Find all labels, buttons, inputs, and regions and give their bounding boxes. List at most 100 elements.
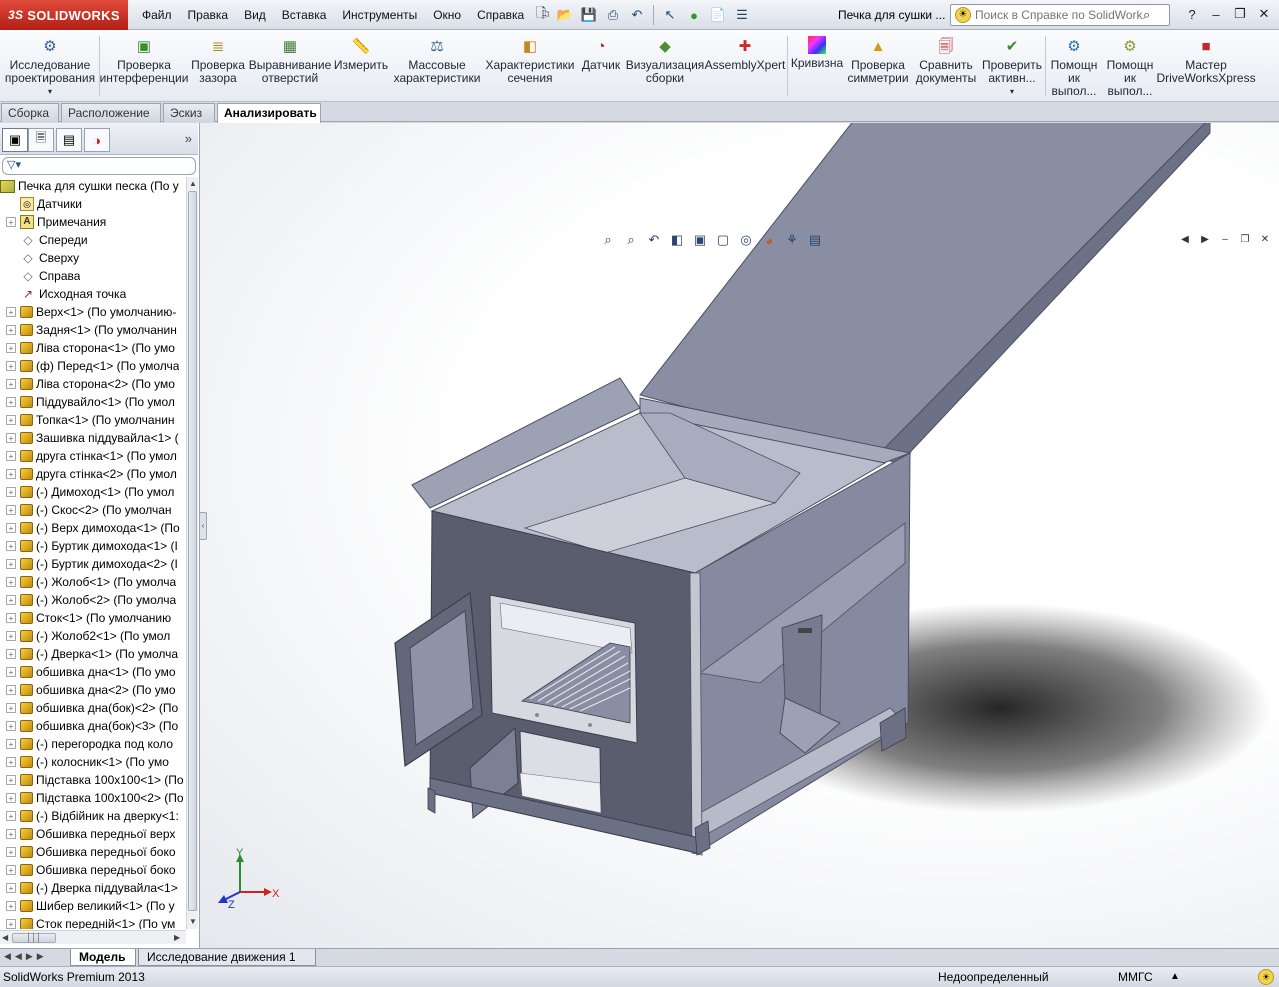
tree-item[interactable]: + (-) Димоход<1> (По умол — [0, 483, 186, 501]
feature-manager-tab-icon[interactable]: ▣ — [2, 128, 28, 152]
menu-file[interactable]: Файл — [134, 8, 180, 22]
expand-icon[interactable]: + — [6, 919, 16, 929]
expand-icon[interactable]: + — [6, 217, 16, 227]
assemblyxpert-button[interactable]: ✚ AssemblyXpert — [705, 32, 786, 100]
close-icon[interactable]: ✕ — [1257, 232, 1273, 246]
expand-icon[interactable]: + — [6, 703, 16, 713]
zoom-to-area-icon[interactable]: ⌕ — [621, 230, 641, 250]
curvature-button[interactable]: Кривизна — [789, 32, 845, 100]
tree-item[interactable]: + Обшивка передньої верх — [0, 825, 186, 843]
rebuild-traffic-light-icon[interactable]: ● — [683, 4, 705, 26]
restore-icon[interactable]: ❐ — [1229, 3, 1251, 25]
expand-icon[interactable]: + — [6, 541, 16, 551]
expand-icon[interactable]: + — [6, 811, 16, 821]
save-icon[interactable]: 💾 — [578, 4, 600, 26]
expand-icon[interactable]: + — [6, 865, 16, 875]
close-icon[interactable]: ✕ — [1253, 3, 1275, 25]
tree-item[interactable]: ◇ Сверху — [0, 249, 186, 267]
help-search-box[interactable]: ☀ ⌕ — [950, 4, 1170, 26]
expand-icon[interactable]: + — [6, 523, 16, 533]
tree-filter[interactable]: ▽▾ — [2, 157, 196, 175]
tree-item[interactable]: + Зашивка піддувайла<1> ( — [0, 429, 186, 447]
previous-view-icon[interactable]: ↶ — [644, 230, 664, 250]
menu-view[interactable]: Вид — [236, 8, 274, 22]
tree-item[interactable]: ◇ Справа — [0, 267, 186, 285]
measure-button[interactable]: 📏 Измерить — [333, 32, 389, 100]
tab-motion-study[interactable]: Исследование движения 1 — [138, 949, 316, 966]
expand-icon[interactable]: + — [6, 577, 16, 587]
tree-item[interactable]: + обшивка дна(бок)<3> (По — [0, 717, 186, 735]
status-tips-icon[interactable]: ☀ — [1258, 969, 1274, 985]
view-orientation-icon[interactable]: ▣ — [690, 230, 710, 250]
tree-item[interactable]: + Топка<1> (По умолчанин — [0, 411, 186, 429]
viewport-right-icon[interactable]: ▶ — [1197, 232, 1213, 246]
tree-item[interactable]: + (-) Жолоб<1> (По умолча — [0, 573, 186, 591]
tree-item[interactable]: ◎ Датчики — [0, 195, 186, 213]
minimize-icon[interactable]: – — [1205, 3, 1227, 25]
expand-icon[interactable]: + — [6, 361, 16, 371]
panel-split-handle[interactable]: ‹ — [199, 512, 207, 540]
tree-item[interactable]: + Піддувайло<1> (По умол — [0, 393, 186, 411]
apply-scene-icon[interactable]: ⚘ — [782, 230, 802, 250]
minimize-icon[interactable]: – — [1217, 232, 1233, 246]
tree-item[interactable]: + (-) Верх димохода<1> (По — [0, 519, 186, 537]
tree-item[interactable]: + Верх<1> (По умолчанию- — [0, 303, 186, 321]
tree-item[interactable]: + Ліва сторона<1> (По умо — [0, 339, 186, 357]
scroll-right-icon[interactable]: ▶ — [174, 933, 180, 942]
tree-item[interactable]: + A Примечания — [0, 213, 186, 231]
solidworks-logo[interactable]: 3S SOLIDWORKS — [0, 0, 128, 30]
file-properties-icon[interactable]: 📄 — [707, 4, 729, 26]
expand-icon[interactable]: + — [6, 415, 16, 425]
tree-item[interactable]: + (-) Жолоб<2> (По умолча — [0, 591, 186, 609]
check-active-document-button[interactable]: ✔ Проверить активн... ▾ — [982, 32, 1042, 100]
search-icon[interactable]: ⌕ — [1143, 7, 1150, 23]
tree-item[interactable]: + друга стінка<2> (По умол — [0, 465, 186, 483]
expand-icon[interactable]: + — [6, 595, 16, 605]
design-study-button[interactable]: ⚙ Исследование проектирования ▾ — [2, 32, 98, 100]
scroll-left-icon[interactable]: ◀ — [2, 933, 8, 942]
tree-item[interactable]: + обшивка дна<2> (По умо — [0, 681, 186, 699]
graphics-area[interactable]: ⌕ ⌕ ↶ ◧ ▣ ▢ ◎ ◕ ⚘ ▤ ◀ ▶ – ❐ ✕ Y X Z — [200, 123, 1279, 948]
tree-item[interactable]: + Сток<1> (По умолчанию — [0, 609, 186, 627]
tree-item[interactable]: + (-) перегородка под коло — [0, 735, 186, 753]
select-arrow-icon[interactable]: ↖ — [659, 4, 681, 26]
expand-icon[interactable]: + — [6, 667, 16, 677]
undo-icon[interactable]: ↶ — [626, 4, 648, 26]
expand-icon[interactable]: + — [6, 469, 16, 479]
tree-item[interactable]: + Ліва сторона<2> (По умо — [0, 375, 186, 393]
expand-icon[interactable]: + — [6, 397, 16, 407]
expand-icon[interactable]: + — [6, 721, 16, 731]
expand-icon[interactable]: + — [6, 757, 16, 767]
hide-show-items-icon[interactable]: ◎ — [736, 230, 756, 250]
tree-item[interactable]: + (ф) Перед<1> (По умолча — [0, 357, 186, 375]
tree-item[interactable]: + (-) Буртик димохода<2> (І — [0, 555, 186, 573]
menu-tools[interactable]: Инструменты — [334, 8, 425, 22]
tree-item[interactable]: + (-) Буртик димохода<1> (І — [0, 537, 186, 555]
section-properties-button[interactable]: ◧ Характеристики сечения — [485, 32, 575, 100]
mass-properties-button[interactable]: ⚖ Массовые характеристики — [391, 32, 483, 100]
expand-icon[interactable]: + — [6, 559, 16, 569]
open-folder-icon[interactable]: 📂 — [554, 4, 576, 26]
tree-item[interactable]: + (-) колосник<1> (По умо — [0, 753, 186, 771]
scroll-down-icon[interactable]: ▼ — [189, 917, 197, 926]
tab-assembly[interactable]: Сборка — [1, 103, 59, 122]
help-question-icon[interactable]: ? — [1181, 3, 1203, 25]
expand-icon[interactable]: + — [6, 685, 16, 695]
interference-check-button[interactable]: ▣ Проверка интерференции — [100, 32, 189, 100]
expand-icon[interactable]: + — [6, 505, 16, 515]
new-document-icon[interactable]: 🗋 — [530, 4, 552, 26]
menu-insert[interactable]: Вставка — [274, 8, 335, 22]
driveworksxpress-button[interactable]: ■ Мастер DriveWorksXpress — [1156, 32, 1255, 100]
tree-item[interactable]: + Обшивка передньої боко — [0, 861, 186, 879]
menu-window[interactable]: Окно — [425, 8, 469, 22]
expand-icon[interactable]: + — [6, 325, 16, 335]
expand-icon[interactable]: + — [6, 829, 16, 839]
tab-sketch[interactable]: Эскиз — [163, 103, 215, 122]
tree-horizontal-scrollbar[interactable]: ◀ │││ ▶ — [0, 930, 186, 944]
tree-item[interactable]: + (-) Дверка піддувайла<1> — [0, 879, 186, 897]
scrollbar-thumb[interactable] — [188, 191, 197, 911]
menu-help[interactable]: Справка — [469, 8, 532, 22]
tree-item[interactable]: + Підставка 100x100<1> (По — [0, 771, 186, 789]
wizard-assistant-button-1[interactable]: ⚙ Помощн ик выпол... — [1047, 32, 1101, 100]
tree-item[interactable]: + друга стінка<1> (По умол — [0, 447, 186, 465]
